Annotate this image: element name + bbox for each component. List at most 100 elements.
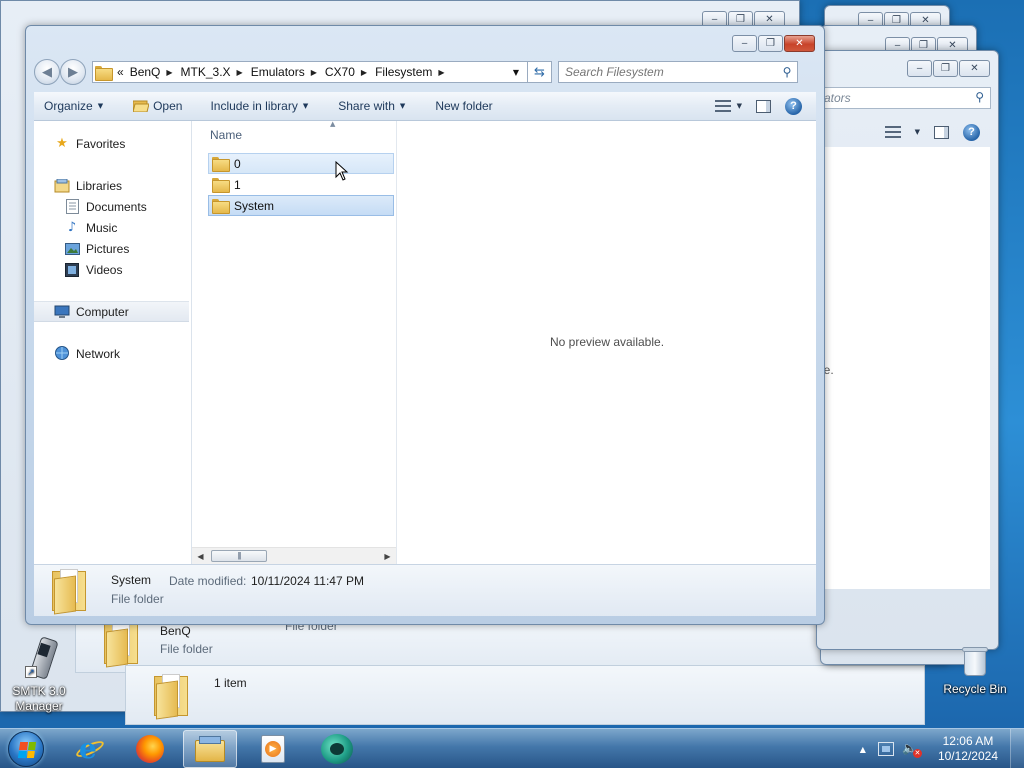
address-bar[interactable]: « BenQ ▶ MTK_3.X ▶ Emulators ▶ CX70 ▶ Filesy…	[92, 61, 528, 83]
share-with-button[interactable]: Share with ▼	[338, 99, 405, 113]
details-pane: System Date modified: 10/11/2024 11:47 P…	[34, 564, 816, 616]
nav-libraries[interactable]: Libraries	[34, 175, 191, 196]
crumb-label: Emulators	[250, 65, 305, 79]
open-button[interactable]: Open	[133, 99, 182, 113]
file-name: 1	[234, 177, 241, 192]
preview-pane-icon[interactable]	[934, 125, 949, 139]
chevron-right-icon[interactable]: ▶	[438, 68, 444, 77]
desktop-icon-recycle-bin[interactable]: Recycle Bin	[938, 646, 1012, 697]
horizontal-scrollbar[interactable]: ◀ ||| ▶	[192, 547, 396, 564]
breadcrumb-filesystem[interactable]: Filesystem ▶	[375, 65, 453, 79]
help-icon[interactable]: ?	[963, 123, 980, 141]
file-row-1[interactable]: 1	[208, 174, 394, 195]
show-hidden-icons-icon[interactable]: ▲	[860, 745, 866, 754]
new-folder-button[interactable]: New folder	[435, 99, 492, 113]
close-button[interactable]: ✕	[784, 35, 815, 52]
client-area: ★ Favorites Libraries Documents ♪ Music …	[34, 120, 816, 564]
breadcrumb-emulators[interactable]: Emulators ▶	[251, 65, 325, 79]
file-row-system[interactable]: System	[208, 195, 394, 216]
chevron-right-icon[interactable]: ▶	[361, 68, 367, 77]
chevron-right-icon[interactable]: ▶	[311, 68, 317, 77]
address-dropdown-icon[interactable]: ▼	[505, 68, 527, 77]
refresh-button[interactable]: ⇆	[528, 61, 552, 83]
bg-search-input[interactable]: ators ⚲	[821, 87, 991, 109]
organize-button[interactable]: Organize ▼	[44, 99, 103, 113]
views-dropdown-icon[interactable]: ▼	[915, 128, 920, 136]
recycle-bin-icon	[960, 646, 990, 678]
share-label: Share with	[338, 99, 395, 113]
scroll-left-icon[interactable]: ◀	[192, 552, 209, 561]
internet-explorer-icon: e	[74, 734, 106, 764]
taskbar-windows-explorer[interactable]	[183, 730, 237, 768]
search-box[interactable]: ⚲	[558, 61, 798, 83]
background-window-4[interactable]: ‒ ❐ ✕ ators ⚲ ▼ ? le.	[816, 50, 999, 650]
nav-music[interactable]: ♪ Music	[34, 217, 191, 238]
maximize-button[interactable]: ❐	[758, 35, 783, 52]
taskbar: e ▶ ▲ 🔈 ✕ 12:06 AM 10/12/2024	[0, 728, 1024, 768]
sort-ascending-icon: ▲	[330, 120, 336, 128]
folder-icon	[212, 199, 230, 214]
nav-videos[interactable]: Videos	[34, 259, 191, 280]
nav-documents[interactable]: Documents	[34, 196, 191, 217]
scroll-track[interactable]: |||	[209, 548, 379, 564]
start-button[interactable]	[8, 731, 44, 767]
search-input[interactable]	[565, 65, 777, 79]
help-icon[interactable]: ?	[785, 97, 802, 115]
search-icon[interactable]: ⚲	[777, 65, 797, 79]
breadcrumb-cx70[interactable]: CX70 ▶	[325, 65, 375, 79]
nav-computer[interactable]: Computer	[34, 301, 189, 322]
music-icon: ♪	[67, 220, 77, 235]
windows-logo-icon	[17, 742, 37, 758]
views-dropdown-icon[interactable]: ▼	[737, 102, 742, 110]
maximize-button[interactable]: ❐	[933, 60, 958, 77]
breadcrumb-benq[interactable]: BenQ ▶	[130, 65, 181, 79]
search-icon: ⚲	[975, 90, 984, 104]
computer-icon	[54, 304, 70, 320]
nav-network[interactable]: Network	[34, 343, 191, 364]
views-icon[interactable]	[884, 126, 901, 138]
crumb-label: BenQ	[129, 65, 161, 79]
show-desktop-button[interactable]	[1010, 729, 1024, 768]
network-icon	[54, 346, 70, 362]
minimize-button[interactable]: ‒	[732, 35, 757, 52]
chevron-right-icon[interactable]: ▶	[237, 68, 243, 77]
network-tray-icon[interactable]	[877, 742, 894, 756]
file-row-0[interactable]: 0	[208, 153, 394, 174]
windows-explorer-icon	[195, 736, 225, 762]
nav-label: Documents	[86, 199, 147, 214]
taskbar-firefox[interactable]	[123, 730, 177, 768]
scroll-right-icon[interactable]: ▶	[379, 552, 396, 561]
nav-favorites[interactable]: ★ Favorites	[34, 133, 191, 154]
file-list[interactable]: ▲ Name 0 1 System ◀ ||| ▶	[192, 120, 397, 564]
preview-pane-icon[interactable]	[756, 99, 771, 113]
nav-pictures[interactable]: Pictures	[34, 238, 191, 259]
desktop-icon-smtk-manager[interactable]: ↗ SMTK 3.0 Manager	[6, 636, 72, 714]
volume-muted-icon[interactable]: 🔈 ✕	[902, 741, 922, 758]
taskbar-app[interactable]	[310, 730, 364, 768]
crumb-label: CX70	[324, 65, 355, 79]
media-player-icon: ▶	[261, 735, 285, 763]
column-header-name[interactable]: ▲ Name	[192, 120, 396, 147]
new-folder-label: New folder	[435, 99, 493, 113]
taskbar-internet-explorer[interactable]: e	[62, 730, 116, 768]
explorer-window[interactable]: ‒ ❐ ✕ ◀ ▶ « BenQ ▶ MTK_3.X ▶ Emulators ▶ CX…	[25, 25, 825, 625]
chevron-right-icon[interactable]: ▶	[166, 68, 172, 77]
dropdown-arrow-icon: ▼	[302, 102, 309, 110]
nav-label: Network	[76, 346, 121, 361]
dropdown-arrow-icon: ▼	[399, 102, 406, 110]
crumb-label: MTK_3.X	[180, 65, 231, 79]
address-overflow[interactable]: «	[117, 65, 124, 79]
close-button[interactable]: ✕	[959, 60, 990, 77]
back-button[interactable]: ◀	[34, 59, 60, 85]
breadcrumb-mtk[interactable]: MTK_3.X ▶	[181, 65, 251, 79]
minimize-button[interactable]: ‒	[907, 60, 932, 77]
folder-icon	[95, 65, 113, 81]
dropdown-arrow-icon: ▼	[97, 102, 104, 110]
forward-button[interactable]: ▶	[60, 59, 86, 85]
clock[interactable]: 12:06 AM 10/12/2024	[934, 734, 1010, 764]
views-icon[interactable]	[714, 100, 731, 112]
star-icon: ★	[56, 136, 68, 151]
taskbar-media-player[interactable]: ▶	[246, 730, 300, 768]
scroll-thumb[interactable]: |||	[211, 550, 267, 562]
include-in-library-button[interactable]: Include in library ▼	[210, 99, 308, 113]
